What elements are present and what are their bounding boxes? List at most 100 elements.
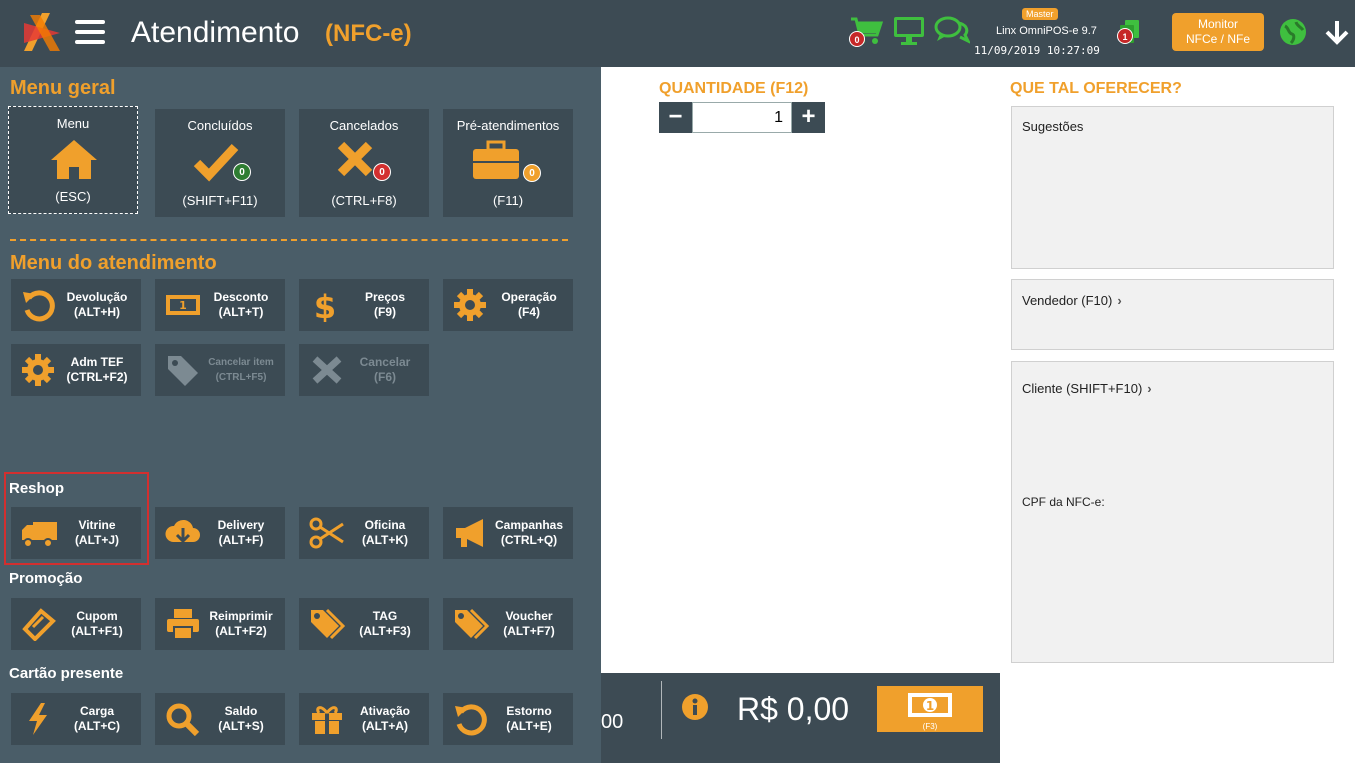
quantity-input[interactable]: [692, 102, 792, 133]
page-title: Atendimento: [131, 16, 300, 49]
delivery-button[interactable]: Delivery (ALT+F): [155, 507, 285, 559]
gear-icon: [454, 289, 486, 321]
copy-document-icon[interactable]: 1: [1117, 18, 1143, 51]
menu-geral-title: Menu geral: [10, 77, 116, 99]
partial-value-text: 00: [601, 711, 624, 733]
cancelados-tile[interactable]: Cancelados 0 (CTRL+F8): [299, 109, 429, 217]
pre-atendimentos-tile[interactable]: Pré-atendimentos 0 (F11): [443, 109, 573, 217]
cancelados-label: Cancelados: [329, 118, 399, 133]
cancelados-badge: 0: [373, 163, 391, 181]
svg-text:1: 1: [179, 299, 187, 312]
pre-atendimentos-label: Pré-atendimentos: [456, 118, 560, 133]
page-subtitle: (NFC-e): [325, 20, 412, 47]
tags-icon: [311, 608, 345, 640]
estorno-label: Estorno (ALT+E): [506, 704, 552, 733]
master-badge: Master: [1022, 8, 1058, 20]
ativacao-button[interactable]: Ativação (ALT+A): [299, 693, 429, 745]
system-version: Linx OmniPOS-e 9.7: [996, 25, 1097, 37]
undo-icon: [455, 704, 487, 736]
svg-text:$: $: [314, 288, 336, 322]
linx-logo: [24, 13, 60, 51]
money-icon: 1: [908, 693, 952, 717]
dollar-icon: $: [314, 288, 336, 322]
cupom-label: Cupom (ALT+F1): [71, 609, 123, 638]
payment-button[interactable]: 1 (F3): [877, 686, 983, 732]
campanhas-label: Campanhas (CTRL+Q): [494, 518, 564, 547]
promocao-title: Promoção: [9, 570, 83, 587]
cartao-presente-title: Cartão presente: [9, 665, 124, 682]
precos-label: Preços (F9): [364, 290, 406, 319]
vendedor-label: Vendedor (F10) ›: [1022, 293, 1122, 308]
oficina-label: Oficina (ALT+K): [361, 518, 409, 547]
cliente-box[interactable]: Cliente (SHIFT+F10) › CPF da NFC-e:: [1011, 361, 1334, 663]
sugestoes-box: Sugestões: [1011, 106, 1334, 269]
concluidos-label: Concluídos: [187, 118, 253, 133]
quantidade-title: QUANTIDADE (F12): [659, 80, 809, 97]
globe-icon[interactable]: [1279, 18, 1307, 51]
home-icon: [51, 140, 97, 179]
tag-label: TAG (ALT+F3): [359, 609, 411, 638]
monitor-nfce-button[interactable]: Monitor NFCe / NFe: [1172, 13, 1264, 51]
cancelar-button[interactable]: Cancelar (F6): [299, 344, 429, 396]
totals-bar: 00 R$ 0,00 1 (F3): [601, 673, 1000, 763]
info-icon[interactable]: [681, 693, 709, 721]
x-icon: [312, 356, 342, 384]
devolucao-button[interactable]: Devolução (ALT+H): [11, 279, 141, 331]
app-window: Atendimento (NFC-e) 0 Master Linx OmniPO…: [0, 0, 1355, 763]
sugestoes-label: Sugestões: [1022, 119, 1084, 134]
campanhas-button[interactable]: Campanhas (CTRL+Q): [443, 507, 573, 559]
suggestions-title: QUE TAL OFERECER?: [1010, 80, 1182, 97]
operacao-button[interactable]: Operação (F4): [443, 279, 573, 331]
menu-tile[interactable]: Menu (ESC): [8, 106, 138, 214]
devolucao-label: Devolução (ALT+H): [66, 290, 128, 319]
scissors-icon: [309, 517, 344, 549]
tag-icon: [168, 356, 198, 386]
hamburger-menu-icon[interactable]: [75, 20, 105, 44]
voucher-button[interactable]: Voucher (ALT+F7): [443, 598, 573, 650]
header-bar: Atendimento (NFC-e) 0 Master Linx OmniPO…: [0, 0, 1355, 67]
gear-icon: [22, 354, 54, 386]
reimprimir-button[interactable]: Reimprimir (ALT+F2): [155, 598, 285, 650]
monitor-btn-line1: Monitor: [1197, 17, 1238, 31]
chat-icon[interactable]: [934, 16, 972, 51]
reimprimir-label: Reimprimir (ALT+F2): [209, 609, 273, 638]
cancelar-item-button[interactable]: Cancelar item (CTRL+F5): [155, 344, 285, 396]
lightning-icon: [29, 703, 47, 735]
total-amount: R$ 0,00: [737, 691, 850, 727]
cancelar-label: Cancelar (F6): [359, 355, 411, 384]
concluidos-tile[interactable]: Concluídos 0 (SHIFT+F11): [155, 109, 285, 217]
monitor-icon[interactable]: [893, 16, 925, 51]
cart-icon[interactable]: 0: [849, 16, 884, 51]
cliente-label: Cliente (SHIFT+F10) ›: [1022, 381, 1152, 396]
printer-icon: [167, 609, 199, 640]
quantity-increment-button[interactable]: +: [792, 102, 825, 133]
ticket-icon: [22, 608, 56, 641]
carga-button[interactable]: Carga (ALT+C): [11, 693, 141, 745]
tag-button[interactable]: TAG (ALT+F3): [299, 598, 429, 650]
arrow-down-icon[interactable]: [1324, 19, 1350, 50]
vendedor-box[interactable]: Vendedor (F10) ›: [1011, 279, 1334, 350]
saldo-button[interactable]: Saldo (ALT+S): [155, 693, 285, 745]
precos-button[interactable]: $ Preços (F9): [299, 279, 429, 331]
quantity-decrement-button[interactable]: −: [659, 102, 692, 133]
money-icon: 1: [166, 295, 200, 315]
search-icon: [166, 703, 200, 736]
cloud-download-icon: [165, 519, 200, 544]
adm-tef-button[interactable]: Adm TEF (CTRL+F2): [11, 344, 141, 396]
menu-atendimento-title: Menu do atendimento: [10, 252, 217, 274]
concluidos-badge: 0: [233, 163, 251, 181]
menu-tile-label: Menu: [56, 116, 90, 131]
system-datetime: 11/09/2019 10:27:09: [974, 44, 1100, 57]
desconto-button[interactable]: 1 Desconto (ALT+T): [155, 279, 285, 331]
tags-icon: [455, 608, 489, 640]
oficina-button[interactable]: Oficina (ALT+K): [299, 507, 429, 559]
briefcase-icon: [473, 140, 519, 179]
voucher-label: Voucher (ALT+F7): [503, 609, 555, 638]
cart-badge: 0: [849, 31, 865, 47]
cupom-button[interactable]: Cupom (ALT+F1): [11, 598, 141, 650]
highlight-box: [4, 472, 149, 565]
estorno-button[interactable]: Estorno (ALT+E): [443, 693, 573, 745]
monitor-btn-line2: NFCe / NFe: [1185, 32, 1250, 46]
gift-icon: [312, 706, 342, 734]
cancelados-shortcut: (CTRL+F8): [331, 193, 397, 208]
